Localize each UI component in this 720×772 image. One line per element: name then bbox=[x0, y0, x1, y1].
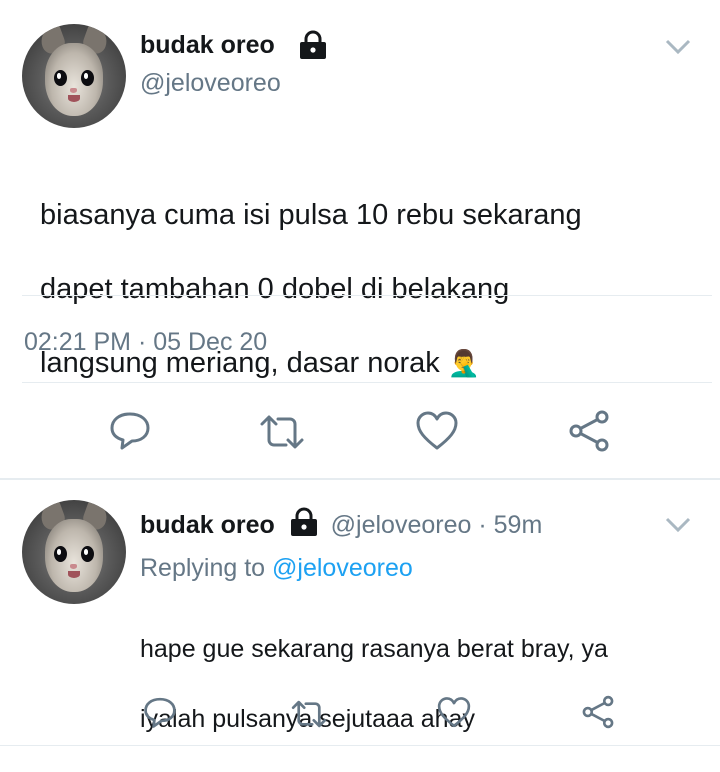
replying-to-handle[interactable]: @jeloveoreo bbox=[272, 554, 413, 582]
avatar[interactable] bbox=[22, 500, 126, 604]
tweet-text-line: biasanya cuma isi pulsa 10 rebu sekarang bbox=[40, 199, 582, 231]
cat-face bbox=[44, 518, 104, 592]
lock-icon bbox=[297, 30, 329, 60]
reply-header: budak oreo @jeloveoreo · 59m bbox=[140, 507, 542, 540]
cat-eye-left bbox=[54, 70, 67, 87]
tweet-age: · 59m bbox=[478, 511, 543, 539]
divider bbox=[22, 295, 712, 296]
tweet-timestamp[interactable]: 02:21 PM · 05 Dec 20 bbox=[24, 327, 267, 357]
meta-separator: · bbox=[137, 328, 147, 356]
divider bbox=[22, 382, 712, 383]
tweet-time: 02:21 PM bbox=[24, 328, 132, 356]
heart-icon[interactable] bbox=[414, 410, 460, 452]
tweet-text-line: iyalah pulsanya sejutaaa ahay bbox=[140, 705, 475, 733]
share-icon[interactable] bbox=[566, 408, 612, 454]
cat-mouth bbox=[68, 571, 80, 579]
cat-eye-right bbox=[81, 546, 94, 563]
display-name[interactable]: budak oreo bbox=[140, 511, 275, 539]
divider bbox=[0, 478, 720, 480]
chevron-down-icon[interactable] bbox=[664, 38, 692, 61]
cat-mouth bbox=[68, 95, 80, 103]
cat-face bbox=[44, 42, 104, 116]
chevron-down-icon[interactable] bbox=[664, 516, 692, 539]
heart-icon[interactable] bbox=[436, 696, 472, 729]
display-name[interactable]: budak oreo bbox=[140, 30, 275, 60]
cat-nose bbox=[70, 87, 78, 93]
cat-eye-right bbox=[81, 70, 94, 87]
reply-icon[interactable] bbox=[108, 410, 152, 450]
facepalm-emoji: 🤦‍♂️ bbox=[447, 348, 481, 378]
tweet-text: biasanya cuma isi pulsa 10 rebu sekarang… bbox=[40, 160, 690, 419]
cat-eye-left bbox=[54, 546, 67, 563]
tweet-text-line: dapet tambahan 0 dobel di belakang bbox=[40, 273, 510, 305]
retweet-icon[interactable] bbox=[290, 698, 328, 730]
user-handle[interactable]: @jeloveoreo bbox=[331, 511, 472, 539]
lock-icon bbox=[288, 507, 320, 537]
replying-to-label: Replying to bbox=[140, 554, 266, 582]
user-handle[interactable]: @jeloveoreo bbox=[140, 68, 281, 98]
reply-icon[interactable] bbox=[142, 696, 178, 728]
avatar[interactable] bbox=[22, 24, 126, 128]
cat-nose bbox=[70, 563, 78, 569]
share-icon[interactable] bbox=[580, 694, 616, 730]
tweet-text-line: hape gue sekarang rasanya berat bray, ya bbox=[140, 635, 608, 663]
retweet-icon[interactable] bbox=[258, 412, 306, 452]
replying-to: Replying to @jeloveoreo bbox=[140, 553, 413, 583]
tweet-date: 05 Dec 20 bbox=[153, 328, 268, 356]
divider bbox=[0, 745, 720, 746]
